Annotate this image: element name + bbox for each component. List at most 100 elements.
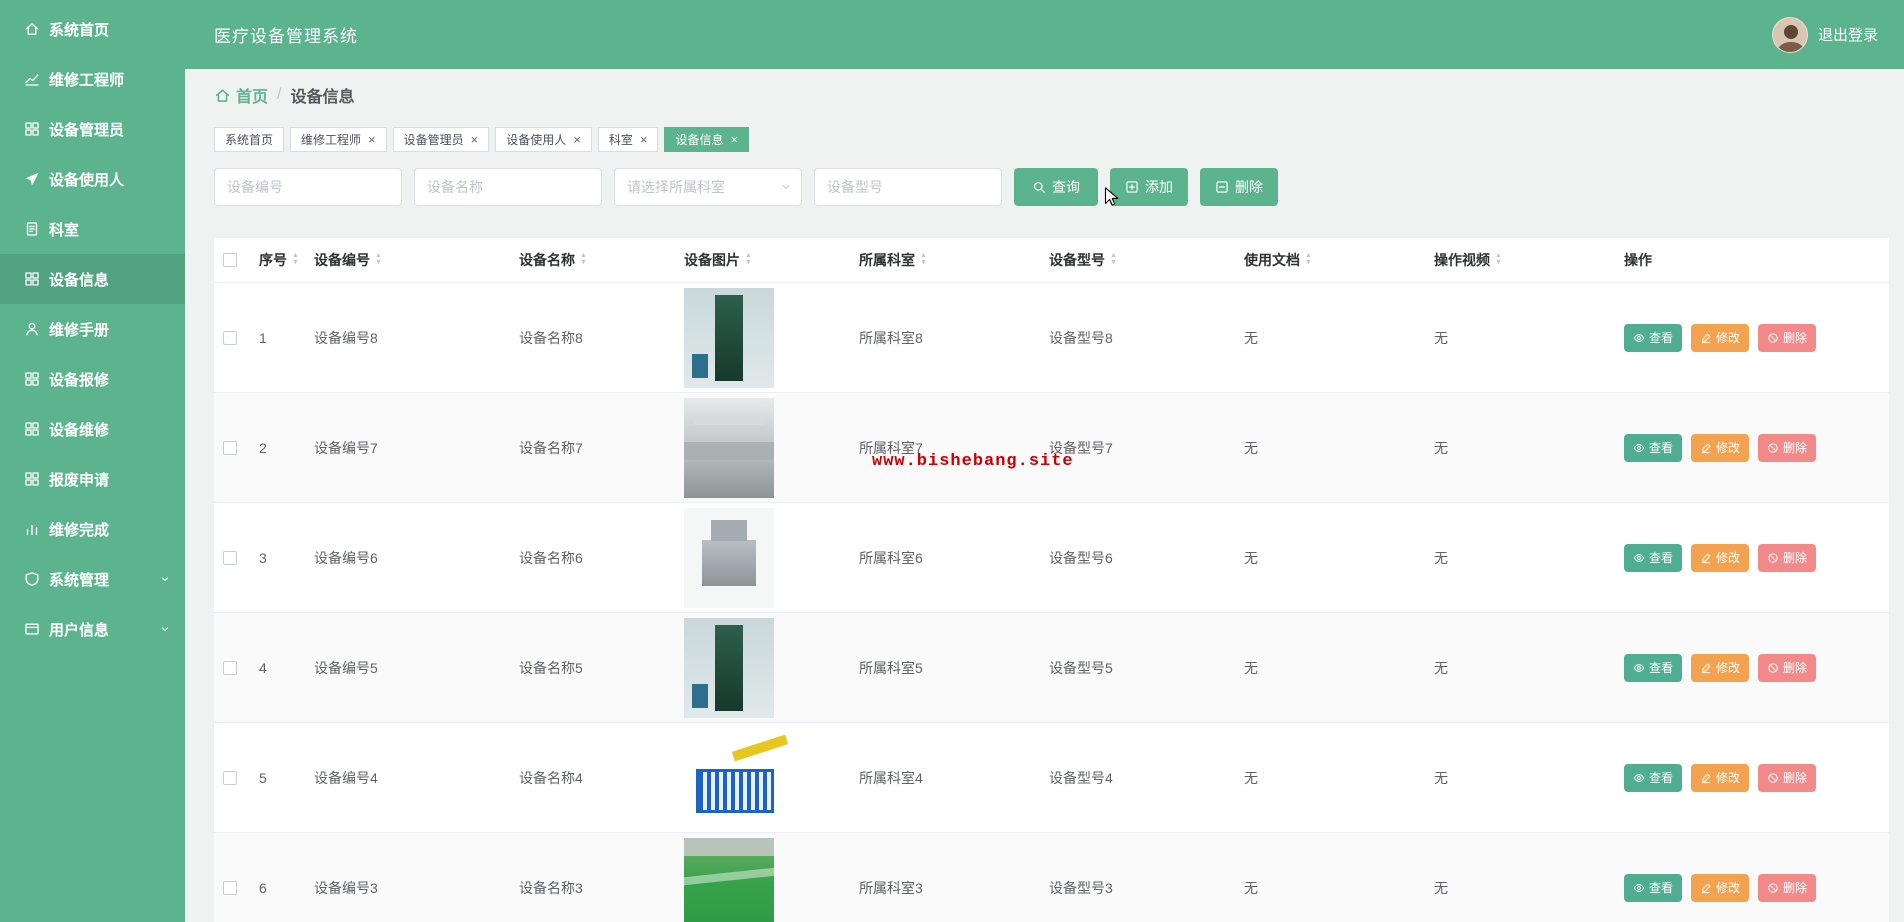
row-delete-button[interactable]: 删除: [1758, 543, 1817, 572]
sidebar-item-label: 设备维修: [49, 421, 110, 439]
column-header[interactable]: 操作视频: [1434, 250, 1490, 270]
logout-button[interactable]: 退出登录: [1818, 24, 1878, 45]
sidebar-item-label: 维修手册: [49, 321, 110, 339]
close-icon[interactable]: ×: [368, 133, 376, 146]
sort-icons[interactable]: ▲ ▼: [292, 252, 299, 267]
dept-select[interactable]: [614, 168, 802, 206]
row-checkbox[interactable]: [223, 330, 237, 345]
row-delete-button[interactable]: 删除: [1758, 763, 1817, 792]
row-checkbox[interactable]: [223, 660, 237, 675]
search-model-input[interactable]: [814, 168, 1002, 206]
sidebar-item-label: 用户信息: [49, 621, 110, 639]
card-icon: [25, 623, 39, 635]
row-delete-button[interactable]: 删除: [1758, 873, 1817, 902]
view-button[interactable]: 查看: [1624, 873, 1683, 902]
edit-button[interactable]: 修改: [1691, 543, 1750, 572]
edit-button[interactable]: 修改: [1691, 763, 1750, 792]
search-code-input[interactable]: [214, 168, 402, 206]
ban-icon: [1768, 662, 1778, 673]
equipment-photo-8[interactable]: [684, 287, 774, 388]
close-icon[interactable]: ×: [730, 133, 738, 146]
row-checkbox[interactable]: [223, 880, 237, 895]
device-name: 设备名称3: [519, 879, 583, 896]
equipment-photo-3[interactable]: [684, 837, 774, 922]
query-button[interactable]: 查询: [1014, 168, 1098, 206]
close-icon[interactable]: ×: [640, 133, 648, 146]
tab-6[interactable]: 设备信息 ×: [664, 127, 750, 152]
sidebar-item-9[interactable]: 设备维修: [0, 404, 185, 454]
view-button[interactable]: 查看: [1624, 433, 1683, 462]
avatar[interactable]: [1771, 16, 1808, 53]
tab-1[interactable]: 系统首页: [214, 127, 285, 152]
tab-3[interactable]: 设备管理员 ×: [392, 127, 490, 152]
delete-selected-button[interactable]: 删除: [1200, 168, 1278, 206]
column-header[interactable]: 使用文档: [1244, 250, 1300, 270]
sort-icons[interactable]: ▲ ▼: [1305, 252, 1312, 267]
equipment-photo-6[interactable]: [684, 507, 774, 608]
sidebar-item-13[interactable]: 用户信息: [0, 604, 185, 654]
send-icon: [26, 172, 39, 186]
breadcrumb-separator: /: [277, 86, 282, 103]
sort-icons[interactable]: ▲ ▼: [745, 252, 752, 267]
sort-icons[interactable]: ▲ ▼: [580, 252, 587, 267]
sidebar-item-6[interactable]: 设备信息: [0, 254, 185, 304]
equipment-photo-4[interactable]: [684, 734, 806, 821]
column-header[interactable]: 设备编号: [314, 250, 370, 270]
sidebar-item-5[interactable]: 科室: [0, 204, 185, 254]
edit-button[interactable]: 修改: [1691, 653, 1750, 682]
sidebar-item-7[interactable]: 维修手册: [0, 304, 185, 354]
view-button[interactable]: 查看: [1624, 323, 1683, 352]
sidebar-item-11[interactable]: 维修完成: [0, 504, 185, 554]
row-checkbox[interactable]: [223, 440, 237, 455]
sort-icons[interactable]: ▲ ▼: [1495, 252, 1502, 267]
search-name-input[interactable]: [414, 168, 602, 206]
sidebar-item-8[interactable]: 设备报修: [0, 354, 185, 404]
column-header[interactable]: 设备图片: [684, 250, 740, 270]
edit-button[interactable]: 修改: [1691, 873, 1750, 902]
app-title: 医疗设备管理系统: [214, 27, 358, 46]
eye-icon: [1633, 553, 1645, 562]
device-video: 无: [1434, 549, 1448, 566]
ban-icon: [1768, 552, 1778, 563]
view-button[interactable]: 查看: [1624, 543, 1683, 572]
sidebar-item-4[interactable]: 设备使用人: [0, 154, 185, 204]
eye-icon: [1633, 773, 1645, 782]
breadcrumb-home[interactable]: 首页: [214, 83, 268, 107]
tab-4[interactable]: 设备使用人 ×: [495, 127, 592, 152]
sort-icons[interactable]: ▲ ▼: [1110, 252, 1117, 267]
column-header[interactable]: 所属科室: [859, 250, 915, 270]
row-checkbox[interactable]: [223, 550, 237, 565]
tab-5[interactable]: 科室 ×: [597, 127, 659, 152]
sidebar-item-2[interactable]: 维修工程师: [0, 54, 185, 104]
sidebar-item-12[interactable]: 系统管理: [0, 554, 185, 604]
column-header[interactable]: 设备名称: [519, 250, 575, 270]
equipment-photo-7[interactable]: [684, 397, 774, 498]
ban-icon: [1768, 882, 1778, 893]
tab-2[interactable]: 维修工程师 ×: [290, 127, 387, 152]
column-header[interactable]: 设备型号: [1049, 250, 1105, 270]
sidebar-item-10[interactable]: 报废申请: [0, 454, 185, 504]
dept-select-input[interactable]: [614, 168, 802, 206]
breadcrumb-current: 设备信息: [290, 89, 355, 106]
select-all-checkbox[interactable]: [223, 253, 237, 267]
tab-label: 维修工程师: [301, 133, 362, 147]
edit-button[interactable]: 修改: [1691, 433, 1750, 462]
home-icon: [25, 23, 39, 35]
row-checkbox[interactable]: [223, 770, 237, 785]
column-header[interactable]: 序号: [259, 250, 287, 270]
row-delete-button[interactable]: 删除: [1758, 433, 1817, 462]
edit-button[interactable]: 修改: [1691, 323, 1750, 352]
row-delete-button[interactable]: 删除: [1758, 323, 1817, 352]
sort-icons[interactable]: ▲ ▼: [920, 252, 927, 267]
sidebar-item-3[interactable]: 设备管理员: [0, 104, 185, 154]
close-icon[interactable]: ×: [471, 133, 479, 146]
view-button[interactable]: 查看: [1624, 653, 1683, 682]
row-delete-button[interactable]: 删除: [1758, 653, 1817, 682]
equipment-photo-5[interactable]: [684, 617, 774, 718]
device-doc: 无: [1244, 659, 1258, 676]
sidebar-item-1[interactable]: 系统首页: [0, 4, 185, 54]
close-icon[interactable]: ×: [573, 133, 581, 146]
view-button[interactable]: 查看: [1624, 763, 1683, 792]
sort-icons[interactable]: ▲ ▼: [375, 252, 382, 267]
avatar-body: [1777, 41, 1804, 52]
